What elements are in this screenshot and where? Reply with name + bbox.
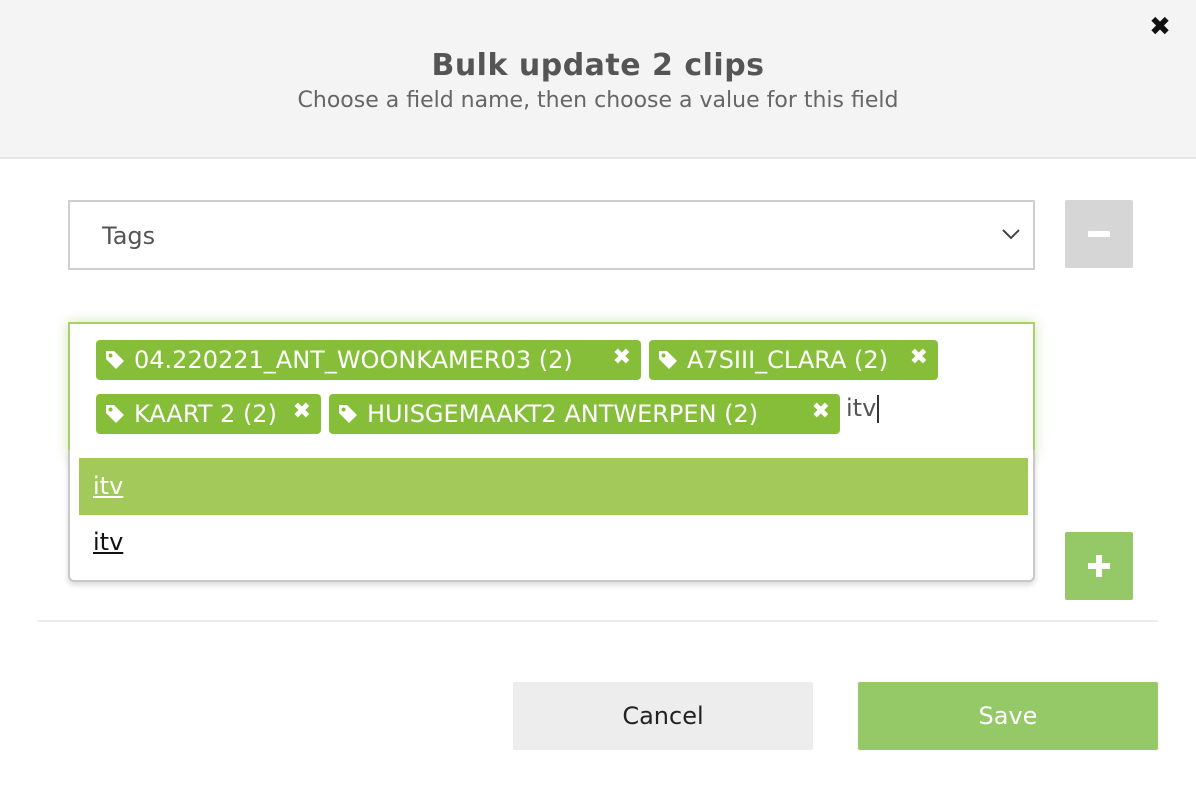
field-name-select[interactable]: Tags xyxy=(68,200,1035,270)
divider xyxy=(38,620,1158,622)
add-field-button[interactable] xyxy=(1065,532,1133,600)
tag-label: HUISGEMAAKT2 ANTWERPEN (2) xyxy=(367,400,759,428)
suggestion-option[interactable]: itv xyxy=(79,514,1028,571)
tag-label: A7SIII_CLARA (2) xyxy=(687,346,888,374)
tag-label: KAART 2 (2) xyxy=(134,400,277,428)
tag-label: 04.220221_ANT_WOONKAMER03 (2) xyxy=(134,346,573,374)
modal-header: Bulk update 2 clips Choose a field name,… xyxy=(0,0,1196,159)
suggestion-option[interactable]: itv xyxy=(79,458,1028,515)
tag-remove-icon[interactable]: ✖ xyxy=(613,338,631,378)
tag-chip: 04.220221_ANT_WOONKAMER03 (2) ✖ xyxy=(96,340,641,380)
close-icon[interactable]: ✖ xyxy=(1146,12,1174,42)
chevron-down-icon xyxy=(1002,229,1020,240)
tag-search-input[interactable]: itv xyxy=(846,392,966,424)
tag-chip: KAART 2 (2) ✖ xyxy=(96,394,321,434)
suggestion-dropdown: itv itv xyxy=(68,450,1035,582)
tag-icon xyxy=(339,405,357,423)
tag-icon xyxy=(659,351,677,369)
tag-search-value: itv xyxy=(846,394,877,422)
save-button[interactable]: Save xyxy=(858,682,1158,750)
tag-icon xyxy=(106,405,124,423)
tag-chip: HUISGEMAAKT2 ANTWERPEN (2) ✖ xyxy=(329,394,840,434)
tag-remove-icon[interactable]: ✖ xyxy=(910,338,928,378)
tag-remove-icon[interactable]: ✖ xyxy=(293,392,311,432)
cancel-button[interactable]: Cancel xyxy=(513,682,813,750)
field-name-value: Tags xyxy=(102,222,156,250)
tag-icon xyxy=(106,351,124,369)
tag-remove-icon[interactable]: ✖ xyxy=(812,392,830,432)
text-caret xyxy=(877,395,879,423)
tag-chip: A7SIII_CLARA (2) ✖ xyxy=(649,340,938,380)
remove-field-button[interactable] xyxy=(1065,200,1133,268)
minus-icon xyxy=(1088,231,1110,237)
plus-icon-stem xyxy=(1096,555,1102,577)
modal-subtitle: Choose a field name, then choose a value… xyxy=(297,88,899,113)
modal-title: Bulk update 2 clips xyxy=(431,48,765,83)
